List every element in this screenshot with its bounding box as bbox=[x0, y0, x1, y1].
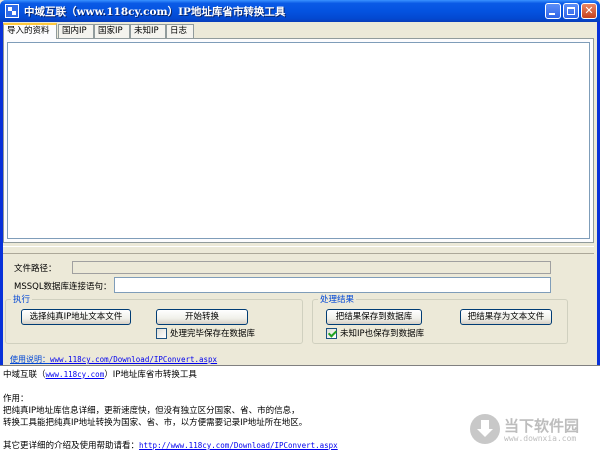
result-group-title: 处理结果 bbox=[318, 293, 357, 305]
start-convert-button[interactable]: 开始转换 bbox=[156, 309, 248, 325]
tab-domestic-ip[interactable]: 国内IP bbox=[58, 24, 94, 38]
maximize-button[interactable] bbox=[563, 3, 579, 19]
info-title-link[interactable]: www.118cy.com bbox=[46, 370, 105, 379]
help-label: 使用说明： bbox=[10, 355, 50, 364]
save-result-text-button[interactable]: 把结果存为文本文件 bbox=[460, 309, 552, 325]
file-path-label: 文件路径： bbox=[14, 264, 57, 274]
tab-panel bbox=[3, 38, 594, 243]
title-bar[interactable]: 中域互联（www.118cy.com）IP地址库省市转换工具 ✕ bbox=[0, 0, 600, 22]
watermark-text: 当下软件园 bbox=[504, 417, 580, 435]
info-purpose-heading: 作用： bbox=[3, 394, 29, 404]
minimize-button[interactable] bbox=[545, 3, 561, 19]
save-to-db-checkbox[interactable] bbox=[156, 328, 167, 339]
info-title-prefix: 中域互联（ bbox=[3, 370, 46, 380]
watermark: 当下软件园 www.downxia.com bbox=[470, 414, 590, 454]
info-more-line: 其它更详细的介绍及使用帮助请看：http://www.118cy.com/Dow… bbox=[3, 440, 338, 453]
close-icon: ✕ bbox=[584, 4, 594, 17]
tab-log[interactable]: 日志 bbox=[166, 24, 194, 38]
help-link[interactable]: www.118cy.com/Download/IPConvert.aspx bbox=[50, 355, 217, 364]
app-icon bbox=[5, 4, 19, 18]
tab-country-ip[interactable]: 国家IP bbox=[94, 24, 130, 38]
info-desc-line-2: 转换工具能把纯真IP地址转换为国家、省、市，以方便需要记录IP地址所在地区。 bbox=[3, 418, 308, 428]
info-title-suffix: ）IP地址库省市转换工具 bbox=[104, 370, 197, 380]
connection-string-input[interactable] bbox=[114, 277, 551, 293]
unknown-ip-checkbox[interactable] bbox=[326, 328, 337, 339]
window-title: 中域互联（www.118cy.com）IP地址库省市转换工具 bbox=[24, 6, 286, 18]
connection-string-label: MSSQL数据库连接语句： bbox=[14, 282, 112, 292]
save-result-db-button[interactable]: 把结果保存到数据库 bbox=[326, 309, 422, 325]
close-button[interactable]: ✕ bbox=[581, 3, 597, 19]
tab-imported-data[interactable]: 导入的资料 bbox=[3, 23, 57, 39]
file-path-field[interactable] bbox=[72, 261, 551, 274]
execute-group-title: 执行 bbox=[11, 293, 33, 305]
tab-unknown-ip[interactable]: 未知IP bbox=[130, 24, 166, 38]
imported-data-list[interactable] bbox=[7, 42, 590, 239]
select-file-button[interactable]: 选择纯真IP地址文本文件 bbox=[21, 309, 131, 325]
help-line: 使用说明：www.118cy.com/Download/IPConvert.as… bbox=[10, 354, 217, 365]
download-arrow-icon bbox=[470, 414, 500, 444]
info-desc-line-1: 把纯真IP地址库信息详细，更新速度快，但没有独立区分国家、省、市的信息， bbox=[3, 406, 300, 416]
info-more-prefix: 其它更详细的介绍及使用帮助请看： bbox=[3, 441, 140, 451]
unknown-ip-label: 未知IP也保存到数据库 bbox=[340, 329, 425, 339]
splitter[interactable] bbox=[3, 246, 594, 254]
info-title-line: 中域互联（www.118cy.com）IP地址库省市转换工具 bbox=[3, 369, 197, 382]
watermark-url: www.downxia.com bbox=[504, 434, 577, 443]
save-to-db-label: 处理完毕保存在数据库 bbox=[170, 329, 256, 339]
info-more-link[interactable]: http://www.118cy.com/Download/IPConvert.… bbox=[139, 441, 338, 450]
